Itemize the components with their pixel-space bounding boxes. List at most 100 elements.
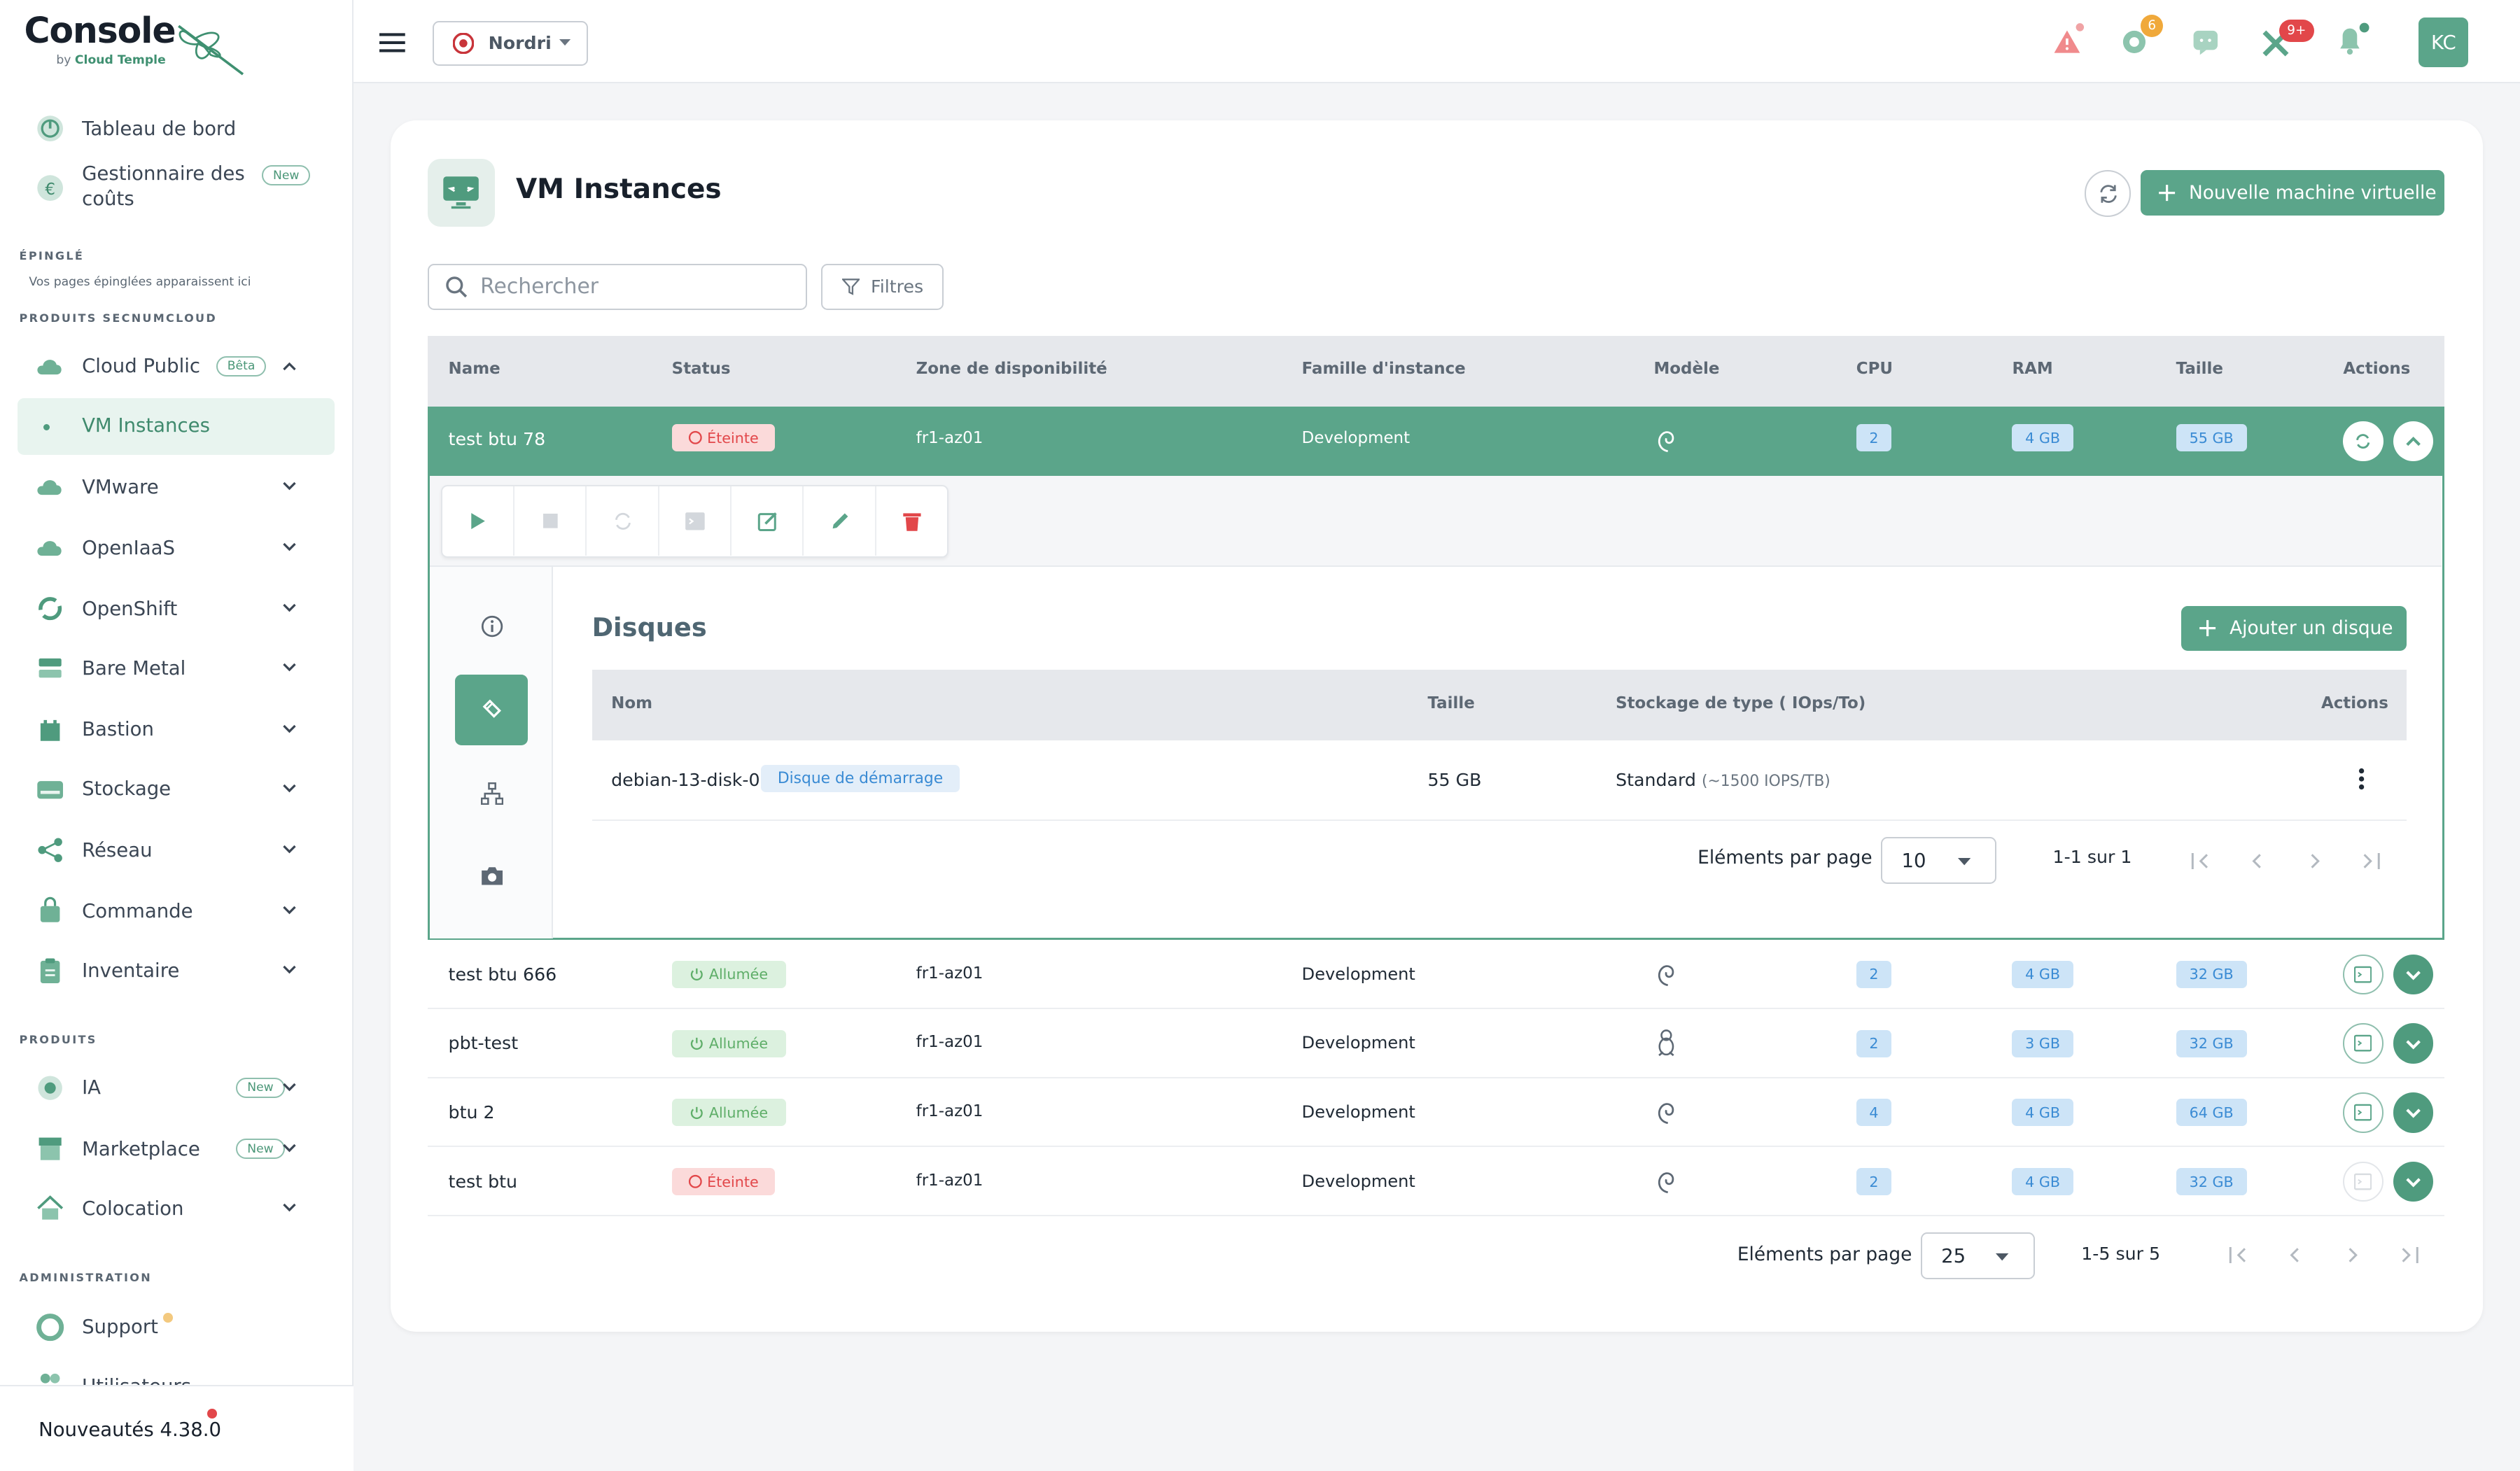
- row-refresh-button[interactable]: [2343, 421, 2384, 461]
- dashboard-icon: [36, 115, 63, 142]
- release-notes-link[interactable]: Nouveautés 4.38.0: [38, 1419, 221, 1441]
- hamburger-menu-icon[interactable]: [379, 32, 405, 53]
- sidebar-item-colocation[interactable]: Colocation: [36, 1190, 317, 1226]
- sidebar-item-reseau[interactable]: Réseau: [36, 832, 317, 868]
- disks-per-page-select[interactable]: 10: [1880, 837, 1997, 884]
- column-header[interactable]: RAM: [2012, 360, 2052, 378]
- camera-icon[interactable]: [481, 866, 503, 887]
- stop-vm-button[interactable]: [514, 486, 587, 556]
- last-page-icon[interactable]: [2361, 853, 2381, 870]
- sidebar-item-bastion[interactable]: Bastion: [36, 712, 317, 747]
- alerts-button[interactable]: [2051, 22, 2087, 61]
- chevron-down-icon[interactable]: [281, 659, 298, 675]
- table-row[interactable]: test btu Éteinte fr1-az01 Development 2 …: [427, 1147, 2445, 1216]
- sidebar-item-ia[interactable]: IA New: [36, 1070, 317, 1106]
- previous-page-icon[interactable]: [2288, 1247, 2301, 1263]
- sidebar-item-openiaas[interactable]: OpenIaaS: [36, 530, 317, 566]
- row-console-button[interactable]: [2343, 1023, 2384, 1064]
- column-header[interactable]: Nom: [611, 694, 652, 712]
- row-expand-button[interactable]: [2393, 1023, 2433, 1064]
- column-header[interactable]: Stockage de type ( IOps/To): [1616, 694, 1865, 712]
- chevron-down-icon[interactable]: [281, 901, 298, 917]
- chevron-down-icon[interactable]: [281, 1078, 298, 1095]
- sidebar-item-cloud-public[interactable]: Cloud Public Bêta: [36, 349, 317, 384]
- column-header[interactable]: CPU: [1856, 360, 1893, 378]
- chevron-down-icon[interactable]: [281, 599, 298, 615]
- delete-vm-button[interactable]: [876, 486, 948, 556]
- last-page-icon[interactable]: [2400, 1246, 2419, 1263]
- notifications-button[interactable]: [2334, 20, 2372, 58]
- sidebar-item-vm-instances[interactable]: VM Instances: [18, 398, 335, 455]
- sidebar-item-label: OpenShift: [82, 598, 178, 621]
- column-header[interactable]: Taille: [1427, 694, 1474, 712]
- row-expand-button[interactable]: [2393, 954, 2433, 995]
- chevron-down-icon[interactable]: [281, 961, 298, 977]
- search-input[interactable]: Rechercher: [427, 263, 807, 311]
- column-header[interactable]: Famille d'instance: [1302, 360, 1466, 378]
- column-header[interactable]: Name: [449, 360, 500, 378]
- chevron-down-icon[interactable]: [281, 538, 298, 554]
- column-header[interactable]: Zone de disponibilité: [916, 360, 1107, 378]
- table-row[interactable]: test btu 666 Allumée fr1-az01 Developmen…: [427, 940, 2445, 1009]
- stop-square-icon: [543, 514, 559, 529]
- info-circle-icon[interactable]: [481, 615, 503, 638]
- sidebar-item-label: Inventaire: [82, 959, 180, 982]
- chevron-up-icon[interactable]: [281, 358, 298, 374]
- disks-tab[interactable]: [455, 675, 528, 746]
- rename-vm-button[interactable]: [804, 486, 876, 556]
- table-row[interactable]: btu 2 Allumée fr1-az01 Development 4 4 G…: [427, 1078, 2445, 1148]
- row-console-button[interactable]: [2343, 954, 2384, 995]
- refresh-button[interactable]: [2084, 170, 2132, 217]
- console-vm-button[interactable]: [659, 486, 732, 556]
- chevron-down-icon[interactable]: [281, 780, 298, 796]
- row-expand-button[interactable]: [2393, 1161, 2433, 1202]
- table-row[interactable]: pbt-test Allumée fr1-az01 Development 2 …: [427, 1009, 2445, 1078]
- user-avatar[interactable]: KC: [2418, 17, 2469, 68]
- previous-page-icon[interactable]: [2250, 853, 2263, 869]
- row-expand-button[interactable]: [2393, 1092, 2433, 1133]
- row-console-button[interactable]: [2343, 1092, 2384, 1133]
- first-page-icon[interactable]: [2191, 853, 2211, 870]
- sidebar-item-inventaire[interactable]: Inventaire: [36, 952, 317, 988]
- sidebar-item-openshift[interactable]: OpenShift: [36, 591, 317, 627]
- sidebar-item-marketplace[interactable]: Marketplace New: [36, 1131, 317, 1167]
- network-topology-icon[interactable]: [481, 782, 504, 805]
- add-disk-button[interactable]: Ajouter un disque: [2181, 605, 2407, 651]
- dragonfly-logo-icon: [177, 24, 244, 76]
- row-collapse-button[interactable]: [2393, 421, 2433, 461]
- sidebar-item-commande[interactable]: Commande: [36, 894, 317, 929]
- sidebar-item-support[interactable]: Support: [36, 1309, 317, 1345]
- next-page-icon[interactable]: [2309, 853, 2321, 869]
- chevron-down-icon[interactable]: [281, 477, 298, 493]
- table-row-selected[interactable]: test btu 78 Éteinte fr1-az01 Development…: [427, 406, 2445, 476]
- tenant-selector[interactable]: Nordri: [432, 20, 589, 66]
- filters-button[interactable]: Filtres: [821, 263, 944, 311]
- edit-vm-button[interactable]: [732, 486, 804, 556]
- sidebar-item-vmware[interactable]: VMware: [36, 469, 317, 505]
- sidebar-item-cost-manager[interactable]: € Gestionnaire des coûts New: [36, 161, 317, 212]
- start-vm-button[interactable]: [442, 486, 515, 556]
- chevron-down-icon[interactable]: [281, 720, 298, 736]
- vms-per-page-select[interactable]: 25: [1920, 1232, 2035, 1279]
- chevron-down-icon[interactable]: [281, 840, 298, 857]
- restart-vm-button[interactable]: [587, 486, 659, 556]
- chat-button[interactable]: [2190, 26, 2222, 58]
- tasks-button[interactable]: 6: [2118, 13, 2169, 61]
- column-header[interactable]: Modèle: [1653, 360, 1719, 378]
- page-icon-box: [427, 159, 496, 227]
- row-console-button[interactable]: [2343, 1161, 2384, 1202]
- chevron-down-icon[interactable]: [281, 1139, 298, 1155]
- column-header[interactable]: Taille: [2176, 360, 2223, 378]
- column-header[interactable]: Status: [672, 360, 731, 378]
- console-logo[interactable]: Console by Cloud Temple: [24, 10, 244, 76]
- chevron-down-icon[interactable]: [281, 1199, 298, 1215]
- more-vertical-icon[interactable]: [2358, 768, 2365, 790]
- sidebar-item-stockage[interactable]: Stockage: [36, 771, 317, 807]
- sidebar-item-dashboard[interactable]: Tableau de bord: [36, 111, 317, 146]
- next-page-icon[interactable]: [2346, 1247, 2359, 1263]
- disk-row[interactable]: debian-13-disk-0 Disque de démarrage 55 …: [592, 740, 2407, 822]
- incidents-button[interactable]: 9+: [2260, 16, 2315, 61]
- new-vm-button[interactable]: Nouvelle machine virtuelle: [2141, 170, 2445, 216]
- sidebar-item-bare-metal[interactable]: Bare Metal: [36, 651, 317, 687]
- first-page-icon[interactable]: [2229, 1246, 2248, 1263]
